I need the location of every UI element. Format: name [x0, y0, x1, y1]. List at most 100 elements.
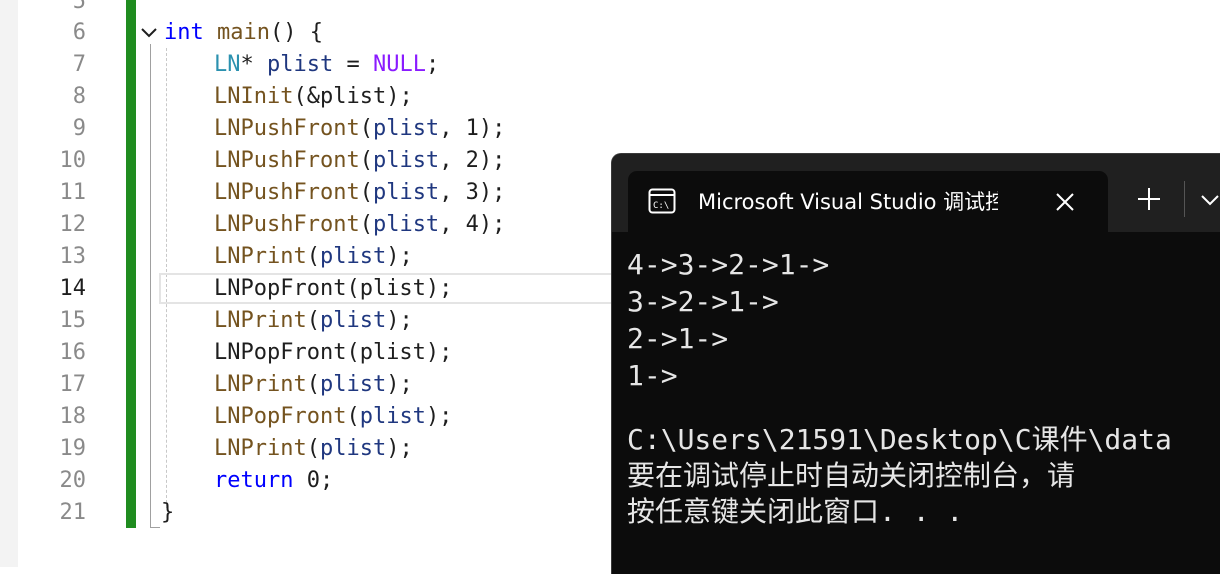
closing-brace: } — [161, 500, 175, 525]
code-line[interactable]: LNPopFront(plist); — [214, 401, 452, 433]
code-line[interactable]: } — [161, 497, 174, 529]
code-line[interactable]: int main() { — [164, 17, 323, 49]
arguments: , 2); — [439, 148, 506, 173]
line-number: 6 — [72, 20, 86, 45]
line-number: 10 — [59, 148, 87, 173]
punctuation: ( — [359, 148, 373, 173]
code-line[interactable]: LNPrint(plist); — [214, 369, 413, 401]
function-name: LNInit — [214, 84, 294, 109]
output-line: 2->1-> — [627, 322, 729, 355]
svg-text:C:\: C:\ — [653, 201, 669, 211]
close-icon[interactable] — [1052, 189, 1078, 215]
line-number: 16 — [59, 340, 87, 365]
variable: plist — [319, 372, 387, 397]
arguments: , 1); — [439, 116, 506, 141]
output-line: C:\Users\21591\Desktop\C课件\data — [627, 423, 1172, 456]
code-line[interactable]: LNPushFront(plist, 1); — [214, 113, 505, 145]
variable: plist — [319, 436, 387, 461]
variable: plist — [372, 148, 440, 173]
debug-console-window[interactable]: C:\ Microsoft Visual Studio 调试控制台 4->3->… — [611, 153, 1220, 574]
function-name: LNPushFront — [214, 116, 360, 141]
punctuation: ( — [306, 308, 320, 333]
terminal-icon: C:\ — [648, 188, 676, 214]
variable: plist — [372, 180, 440, 205]
arguments: ); — [425, 404, 453, 429]
punctuation: () { — [269, 20, 323, 45]
chevron-down-icon[interactable] — [1196, 188, 1220, 212]
function-name: LNPushFront — [214, 180, 360, 205]
punctuation: ( — [359, 116, 373, 141]
line-number: 8 — [72, 84, 86, 109]
line-number: 5 — [72, 0, 86, 14]
punctuation: ( — [346, 404, 360, 429]
code-line[interactable]: LNInit(&plist); — [214, 81, 413, 113]
arguments: ); — [386, 436, 413, 461]
line-number: 12 — [59, 212, 87, 237]
variable: plist — [372, 116, 440, 141]
line-number-gutter: 5 6 7 8 9 10 11 12 13 14 15 16 17 18 19 20 21 — [18, 0, 87, 567]
line-number: 21 — [59, 500, 87, 525]
punctuation: ( — [306, 244, 320, 269]
change-tracking-bar — [126, 0, 136, 528]
code-line[interactable]: LNPrint(plist); — [214, 305, 413, 337]
code-line[interactable]: LNPushFront(plist, 4); — [214, 209, 505, 241]
variable: plist — [372, 212, 440, 237]
punctuation: ( — [306, 436, 320, 461]
output-line: 要在调试停止时自动关闭控制台，请 — [627, 459, 1076, 492]
code-line[interactable]: LNPushFront(plist, 3); — [214, 177, 505, 209]
line-number: 11 — [59, 180, 87, 205]
output-line: 1-> — [627, 359, 678, 392]
function-name: LNPushFront — [214, 212, 360, 237]
punctuation: ( — [359, 180, 373, 205]
code-line[interactable]: LNPrint(plist); — [214, 433, 413, 465]
titlebar-divider — [1184, 181, 1185, 217]
arguments: ); — [386, 244, 413, 269]
chevron-down-icon[interactable] — [139, 23, 159, 43]
output-line: 3->2->1-> — [627, 285, 779, 318]
variable: plist — [319, 308, 387, 333]
function-name: LNPrint — [214, 436, 307, 461]
arguments: ); — [386, 308, 413, 333]
code-line[interactable]: LN* plist = NULL; — [214, 49, 439, 81]
arguments: , 3); — [439, 180, 506, 205]
line-number: 20 — [59, 468, 87, 493]
variable: plist — [267, 52, 334, 77]
line-number: 15 — [59, 308, 87, 333]
selection-margin — [0, 0, 18, 567]
function-name: LNPrint — [214, 372, 307, 397]
terminal-titlebar[interactable]: C:\ Microsoft Visual Studio 调试控制台 — [612, 154, 1220, 232]
code-line[interactable]: LNPrint(plist); — [214, 241, 413, 273]
variable: plist — [319, 244, 387, 269]
arguments: (&plist); — [293, 84, 413, 109]
function-name: LNPushFront — [214, 148, 360, 173]
line-number: 18 — [59, 404, 87, 429]
function-name: LNPopFront — [214, 404, 347, 429]
macro: NULL — [372, 52, 426, 77]
terminal-tab[interactable]: C:\ Microsoft Visual Studio 调试控制台 — [628, 171, 1108, 232]
line-number: 7 — [72, 52, 86, 77]
code-text: 0; — [293, 468, 334, 493]
code-line[interactable]: LNPushFront(plist, 2); — [214, 145, 505, 177]
line-number: 13 — [59, 244, 87, 269]
code-line-current[interactable]: LNPopFront(plist); — [214, 273, 452, 305]
function-name: LNPrint — [214, 244, 307, 269]
arguments: , 4); — [439, 212, 506, 237]
function-name: LNPrint — [214, 308, 307, 333]
code-text: LNPopFront(plist); — [214, 340, 453, 365]
code-line[interactable]: LNPopFront(plist); — [214, 337, 452, 369]
variable: plist — [359, 404, 426, 429]
line-number: 9 — [72, 116, 86, 141]
arguments: ); — [386, 372, 413, 397]
output-line: 按任意键关闭此窗口. . . — [627, 495, 964, 528]
console-output[interactable]: 4->3->2->1-> 3->2->1-> 2->1-> 1-> C:\Use… — [612, 232, 1220, 574]
fold-region-line — [150, 44, 151, 528]
punctuation: ( — [306, 372, 320, 397]
code-line[interactable]: return 0; — [214, 465, 333, 497]
operator: = — [333, 52, 373, 77]
plus-icon[interactable] — [1134, 184, 1164, 214]
tab-title: Microsoft Visual Studio 调试控制台 — [698, 190, 998, 214]
punctuation: ( — [359, 212, 373, 237]
line-number: 17 — [59, 372, 87, 397]
punctuation: * — [240, 52, 267, 77]
